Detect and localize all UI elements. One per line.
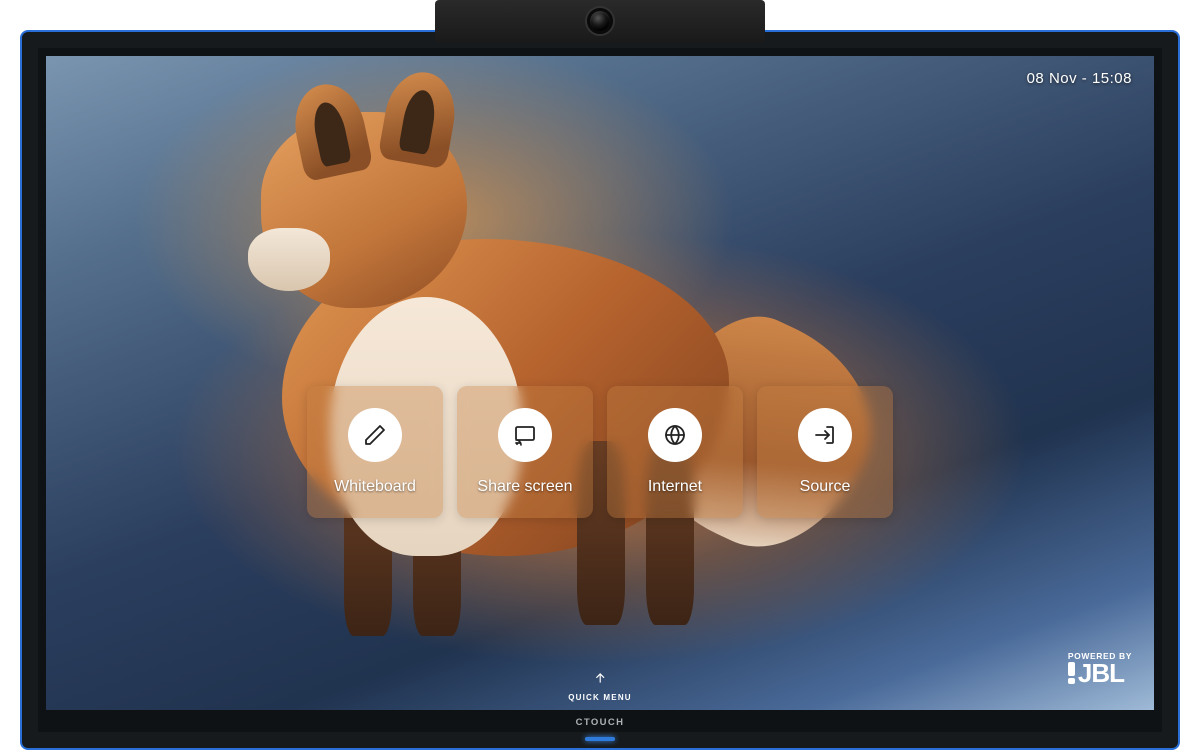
tile-label: Internet: [648, 478, 702, 496]
quick-menu-label: QUICK MENU: [568, 693, 632, 702]
jbl-badge: POWERED BY JBL: [1068, 652, 1132, 687]
source-tile[interactable]: Source: [757, 386, 893, 518]
share-screen-tile[interactable]: Share screen: [457, 386, 593, 518]
camera-bar: [435, 0, 765, 42]
jbl-logo-icon: JBL: [1068, 660, 1132, 686]
arrow-up-icon: [593, 671, 607, 690]
quick-menu-button[interactable]: QUICK MENU: [568, 671, 632, 702]
cast-icon: [498, 408, 552, 462]
camera-lens-icon: [587, 8, 613, 34]
globe-icon: [648, 408, 702, 462]
wallpaper-fox-image: [179, 95, 866, 671]
power-led-icon: [585, 737, 615, 741]
tile-label: Source: [800, 478, 851, 496]
bezel-brand-label: CTOUCH: [576, 717, 625, 728]
tile-label: Share screen: [477, 478, 572, 496]
whiteboard-tile[interactable]: Whiteboard: [307, 386, 443, 518]
internet-tile[interactable]: Internet: [607, 386, 743, 518]
input-icon: [798, 408, 852, 462]
pencil-icon: [348, 408, 402, 462]
display-frame: 08 Nov - 15:08 Whiteboard: [20, 30, 1180, 750]
tile-label: Whiteboard: [334, 478, 416, 496]
launcher-row: Whiteboard Share screen: [307, 386, 893, 518]
datetime-label: 08 Nov - 15:08: [1027, 70, 1132, 87]
home-screen: 08 Nov - 15:08 Whiteboard: [46, 56, 1154, 710]
